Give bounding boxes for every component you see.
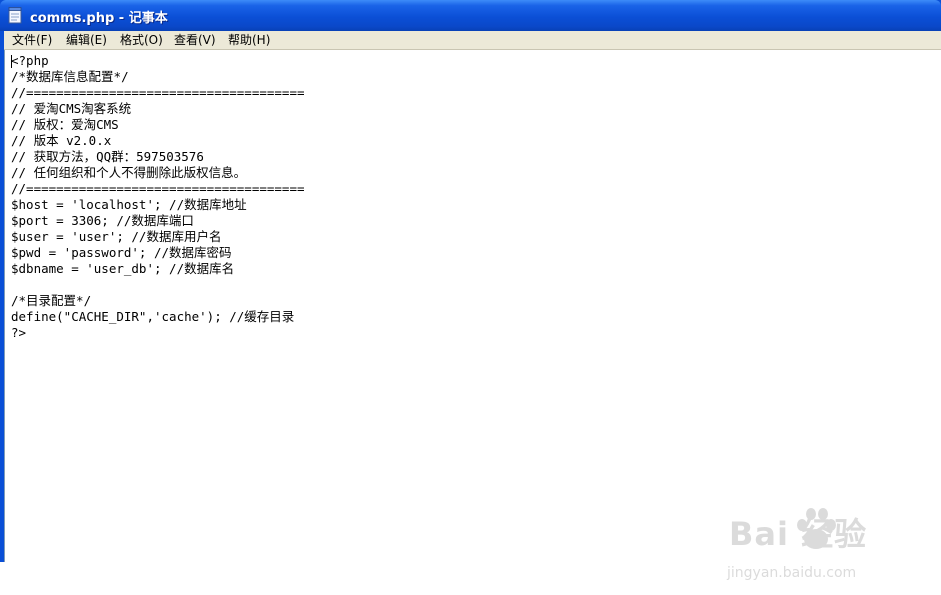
menu-format[interactable]: 格式(O) bbox=[120, 32, 163, 48]
code-line: <?php bbox=[11, 53, 49, 68]
code-line: $pwd = 'password'; //数据库密码 bbox=[11, 245, 232, 260]
code-line: //===================================== bbox=[11, 85, 305, 100]
window-title: comms.php - 记事本 bbox=[30, 11, 168, 26]
code-line: $host = 'localhost'; //数据库地址 bbox=[11, 197, 247, 212]
text-editor-area[interactable]: <?php /*数据库信息配置*/ //====================… bbox=[4, 50, 941, 581]
baidu-jingyan-watermark: Bai 经验 jingyan.baidu.com bbox=[725, 505, 925, 595]
menu-bar: 文件(F) 编辑(E) 格式(O) 查看(V) 帮助(H) bbox=[4, 31, 941, 50]
menu-edit[interactable]: 编辑(E) bbox=[66, 32, 107, 48]
title-bar[interactable]: comms.php - 记事本 bbox=[0, 0, 941, 31]
code-line: // 版权：爱淘CMS bbox=[11, 117, 119, 132]
code-line: // 获取方法，QQ群：597503576 bbox=[11, 149, 204, 164]
code-line: //===================================== bbox=[11, 181, 305, 196]
menu-view[interactable]: 查看(V) bbox=[174, 32, 216, 48]
menu-file[interactable]: 文件(F) bbox=[12, 32, 52, 48]
code-line: // 爱淘CMS淘客系统 bbox=[11, 101, 132, 116]
code-line: // 版本 v2.0.x bbox=[11, 133, 112, 148]
watermark-url: jingyan.baidu.com bbox=[727, 565, 857, 581]
code-line: $user = 'user'; //数据库用户名 bbox=[11, 229, 222, 244]
file-content[interactable]: <?php /*数据库信息配置*/ //====================… bbox=[11, 53, 305, 341]
notepad-window: comms.php - 记事本 文件(F) 编辑(E) 格式(O) 查看(V) … bbox=[0, 0, 941, 581]
code-line: ?> bbox=[11, 325, 27, 340]
code-line: // 任何组织和个人不得删除此版权信息。 bbox=[11, 165, 247, 180]
paw-icon bbox=[797, 508, 836, 549]
notepad-icon bbox=[8, 7, 22, 24]
code-line: $dbname = 'user_db'; //数据库名 bbox=[11, 261, 235, 276]
menu-help[interactable]: 帮助(H) bbox=[228, 32, 270, 48]
code-line: define("CACHE_DIR",'cache'); //缓存目录 bbox=[11, 309, 295, 324]
code-line: $port = 3306; //数据库端口 bbox=[11, 213, 194, 228]
code-line: /*数据库信息配置*/ bbox=[11, 69, 129, 84]
code-line: /*目录配置*/ bbox=[11, 293, 92, 308]
